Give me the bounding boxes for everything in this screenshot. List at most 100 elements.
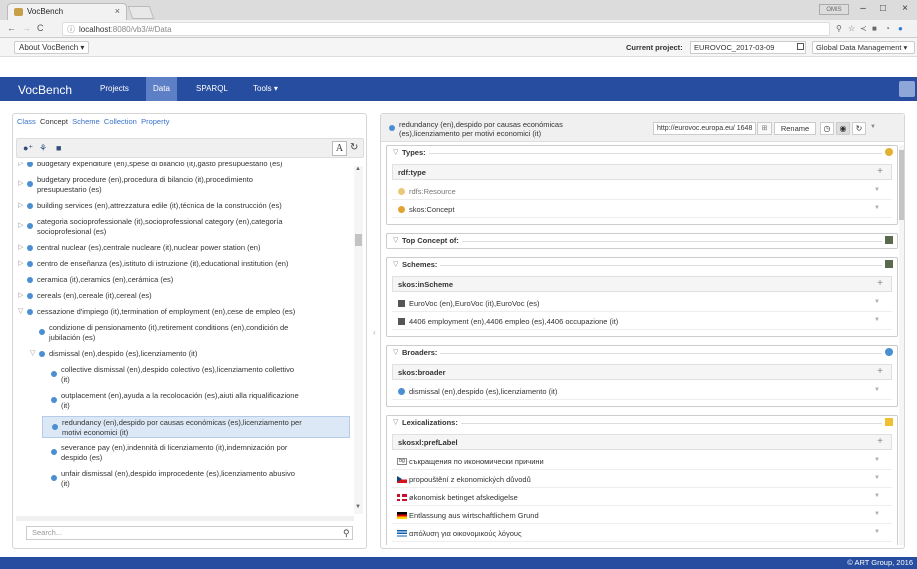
reload-icon[interactable]: C bbox=[37, 23, 44, 33]
rename-button[interactable]: Rename bbox=[774, 122, 816, 135]
tree-item[interactable]: ▽ cessazione d'impiego (it),termination o… bbox=[18, 306, 350, 318]
value-menu-icon[interactable]: ▼ bbox=[874, 457, 880, 463]
tree-item[interactable]: ▽ dismissal (en),despido (es),licenziamen… bbox=[30, 348, 350, 360]
resource-uri-field[interactable]: http://eurovoc.europa.eu/ 1648 bbox=[653, 122, 756, 135]
share-icon[interactable]: ≺ bbox=[860, 24, 867, 33]
refresh-resource-icon[interactable]: ↻ bbox=[852, 122, 866, 135]
expanded-caret-icon[interactable]: ▽ bbox=[18, 307, 23, 317]
resource-scrollbar[interactable] bbox=[899, 145, 904, 545]
new-tab-button[interactable] bbox=[127, 6, 155, 19]
nav-projects[interactable]: Projects bbox=[93, 77, 136, 101]
tree-item[interactable]: ▷ cereals (en),cereale (it),cereal (es) bbox=[18, 290, 350, 302]
value-row[interactable]: dismissal (en),despido (es),licenziament… bbox=[392, 384, 892, 400]
back-icon[interactable]: ← bbox=[7, 23, 16, 33]
plus-icon[interactable]: + bbox=[877, 366, 883, 377]
collapsed-caret-icon[interactable]: ▷ bbox=[18, 179, 23, 189]
expanded-caret-icon[interactable]: ▽ bbox=[30, 349, 35, 359]
tree-item[interactable]: ▷ categoria socioprofessionale (it),socio… bbox=[18, 216, 350, 238]
history-icon[interactable]: ◷ bbox=[820, 122, 834, 135]
delete-concept-icon[interactable]: ■ bbox=[56, 143, 67, 154]
refresh-icon[interactable]: ↻ bbox=[350, 142, 358, 153]
browser-tab[interactable]: VocBench × bbox=[7, 3, 127, 20]
view-toggle-icon[interactable]: ◉ bbox=[836, 122, 850, 135]
chevron-down-icon[interactable]: ▽ bbox=[393, 260, 398, 268]
search-icon[interactable]: ⚲ bbox=[343, 528, 350, 539]
collapsed-caret-icon[interactable]: ▷ bbox=[18, 201, 23, 211]
chevron-down-icon[interactable]: ▽ bbox=[393, 418, 398, 426]
plus-icon[interactable]: + bbox=[877, 436, 883, 447]
value-row[interactable]: skos:Concept ▼ bbox=[392, 202, 892, 218]
bookmark-star-icon[interactable]: ☆ bbox=[848, 24, 855, 33]
collapsed-caret-icon[interactable]: ▷ bbox=[18, 259, 23, 269]
add-concept-icon[interactable]: ●⁺ bbox=[23, 143, 34, 154]
tree-item[interactable]: ▷ central nuclear (es),centrale nucleare … bbox=[18, 242, 350, 254]
value-row[interactable]: Entlassung aus wirtschaftlichem Grund ▼ bbox=[392, 508, 892, 524]
add-broader-icon[interactable] bbox=[885, 348, 893, 356]
value-menu-icon[interactable]: ▼ bbox=[874, 511, 880, 517]
chevron-down-icon[interactable]: ▽ bbox=[393, 148, 398, 156]
tree-horizontal-scrollbar[interactable] bbox=[16, 516, 354, 521]
add-top-concept-icon[interactable] bbox=[885, 236, 893, 244]
tree-item[interactable]: ▷ budgetary procedure (en),procedura di b… bbox=[18, 174, 350, 196]
collapsed-caret-icon[interactable]: ▷ bbox=[18, 162, 23, 169]
add-type-icon[interactable] bbox=[885, 148, 893, 156]
tab-concept[interactable]: Concept bbox=[39, 117, 69, 126]
value-menu-icon[interactable]: ▼ bbox=[874, 387, 880, 393]
value-row[interactable]: bg съкращения по икономически причини ▼ bbox=[392, 454, 892, 470]
value-menu-icon[interactable]: ▼ bbox=[874, 205, 880, 211]
nav-data[interactable]: Data bbox=[146, 77, 177, 101]
tree-scrollbar[interactable]: ▲ ▼ bbox=[354, 166, 363, 514]
collapse-panel-icon[interactable]: ‹ bbox=[373, 328, 376, 337]
brand-logo[interactable]: VocBench bbox=[18, 83, 72, 97]
minimize-icon[interactable]: – bbox=[856, 3, 870, 14]
value-menu-icon[interactable]: ▼ bbox=[874, 317, 880, 323]
global-data-management-button[interactable]: Global Data Management ▾ bbox=[812, 41, 915, 54]
scroll-thumb[interactable] bbox=[899, 150, 904, 220]
value-menu-icon[interactable]: ▼ bbox=[874, 475, 880, 481]
tree-item[interactable]: unfair dismissal (en),despido improceden… bbox=[42, 468, 350, 490]
extension3-icon[interactable]: ● bbox=[898, 24, 903, 33]
nav-tools[interactable]: Tools ▾ bbox=[246, 77, 285, 101]
close-window-icon[interactable]: × bbox=[898, 3, 912, 14]
extension-icon[interactable]: ■ bbox=[872, 24, 877, 33]
tree-item[interactable]: ▷ centro de enseñanza (es),istituto di is… bbox=[18, 258, 350, 270]
add-scheme-icon[interactable] bbox=[885, 260, 893, 268]
collapsed-caret-icon[interactable]: ▷ bbox=[18, 243, 23, 253]
tree-item[interactable]: ▷ building services (en),attrezzatura edi… bbox=[18, 200, 350, 212]
plus-icon[interactable]: + bbox=[877, 166, 883, 177]
scroll-down-icon[interactable]: ▼ bbox=[355, 504, 361, 510]
url-input[interactable]: ⓘ localhost:8080/vb3/#/Data bbox=[62, 22, 830, 36]
tree-item[interactable]: redundancy (en),despido por causas econó… bbox=[42, 416, 350, 438]
tree-item[interactable]: ▷ budgetary expenditure (en),spese di bil… bbox=[18, 162, 350, 170]
search-input[interactable]: Search... bbox=[26, 526, 353, 540]
value-row[interactable]: økonomisk betinget afskedigelse ▼ bbox=[392, 490, 892, 506]
collapsed-caret-icon[interactable]: ▷ bbox=[18, 221, 23, 231]
chevron-down-icon[interactable]: ▽ bbox=[393, 236, 398, 244]
value-menu-icon[interactable]: ▼ bbox=[874, 529, 880, 535]
tree-item[interactable]: ceramica (it),ceramics (en),cerámica (es… bbox=[18, 274, 350, 286]
value-menu-icon[interactable]: ▼ bbox=[874, 187, 880, 193]
value-row[interactable]: 4406 employment (en),4406 empleo (es),44… bbox=[392, 314, 892, 330]
value-row[interactable]: EuroVoc (en),EuroVoc (it),EuroVoc (es) ▼ bbox=[392, 296, 892, 312]
zoom-icon[interactable]: ⚲ bbox=[836, 24, 842, 33]
scroll-up-icon[interactable]: ▲ bbox=[355, 166, 361, 172]
tab-class[interactable]: Class bbox=[16, 117, 37, 126]
plus-icon[interactable]: + bbox=[877, 278, 883, 289]
chevron-down-icon[interactable]: ▽ bbox=[393, 348, 398, 356]
add-narrower-icon[interactable]: ⚘ bbox=[39, 143, 50, 154]
tab-close-icon[interactable]: × bbox=[115, 6, 120, 16]
uri-edit-icon[interactable]: ⊞ bbox=[757, 122, 772, 135]
rendering-toggle-button[interactable]: A bbox=[332, 141, 347, 156]
tree-item[interactable]: condizione di pensionamento (it),retirem… bbox=[30, 322, 350, 344]
tab-scheme[interactable]: Scheme bbox=[71, 117, 101, 126]
value-row[interactable]: rdfs:Resource ▼ bbox=[392, 184, 892, 200]
value-row[interactable]: απόλυση για οικονομικούς λόγους ▼ bbox=[392, 526, 892, 542]
tree-item[interactable]: collective dismissal (en),despido colect… bbox=[42, 364, 350, 386]
tab-collection[interactable]: Collection bbox=[103, 117, 138, 126]
tree-item[interactable]: severance pay (en),indennità di licenzia… bbox=[42, 442, 350, 464]
forward-icon[interactable]: → bbox=[22, 23, 31, 33]
maximize-icon[interactable]: □ bbox=[876, 3, 890, 14]
current-project-field[interactable]: EUROVOC_2017-03-09 bbox=[690, 41, 806, 54]
about-vocbench-button[interactable]: About VocBench ▾ bbox=[14, 41, 90, 54]
user-avatar[interactable] bbox=[899, 81, 915, 97]
